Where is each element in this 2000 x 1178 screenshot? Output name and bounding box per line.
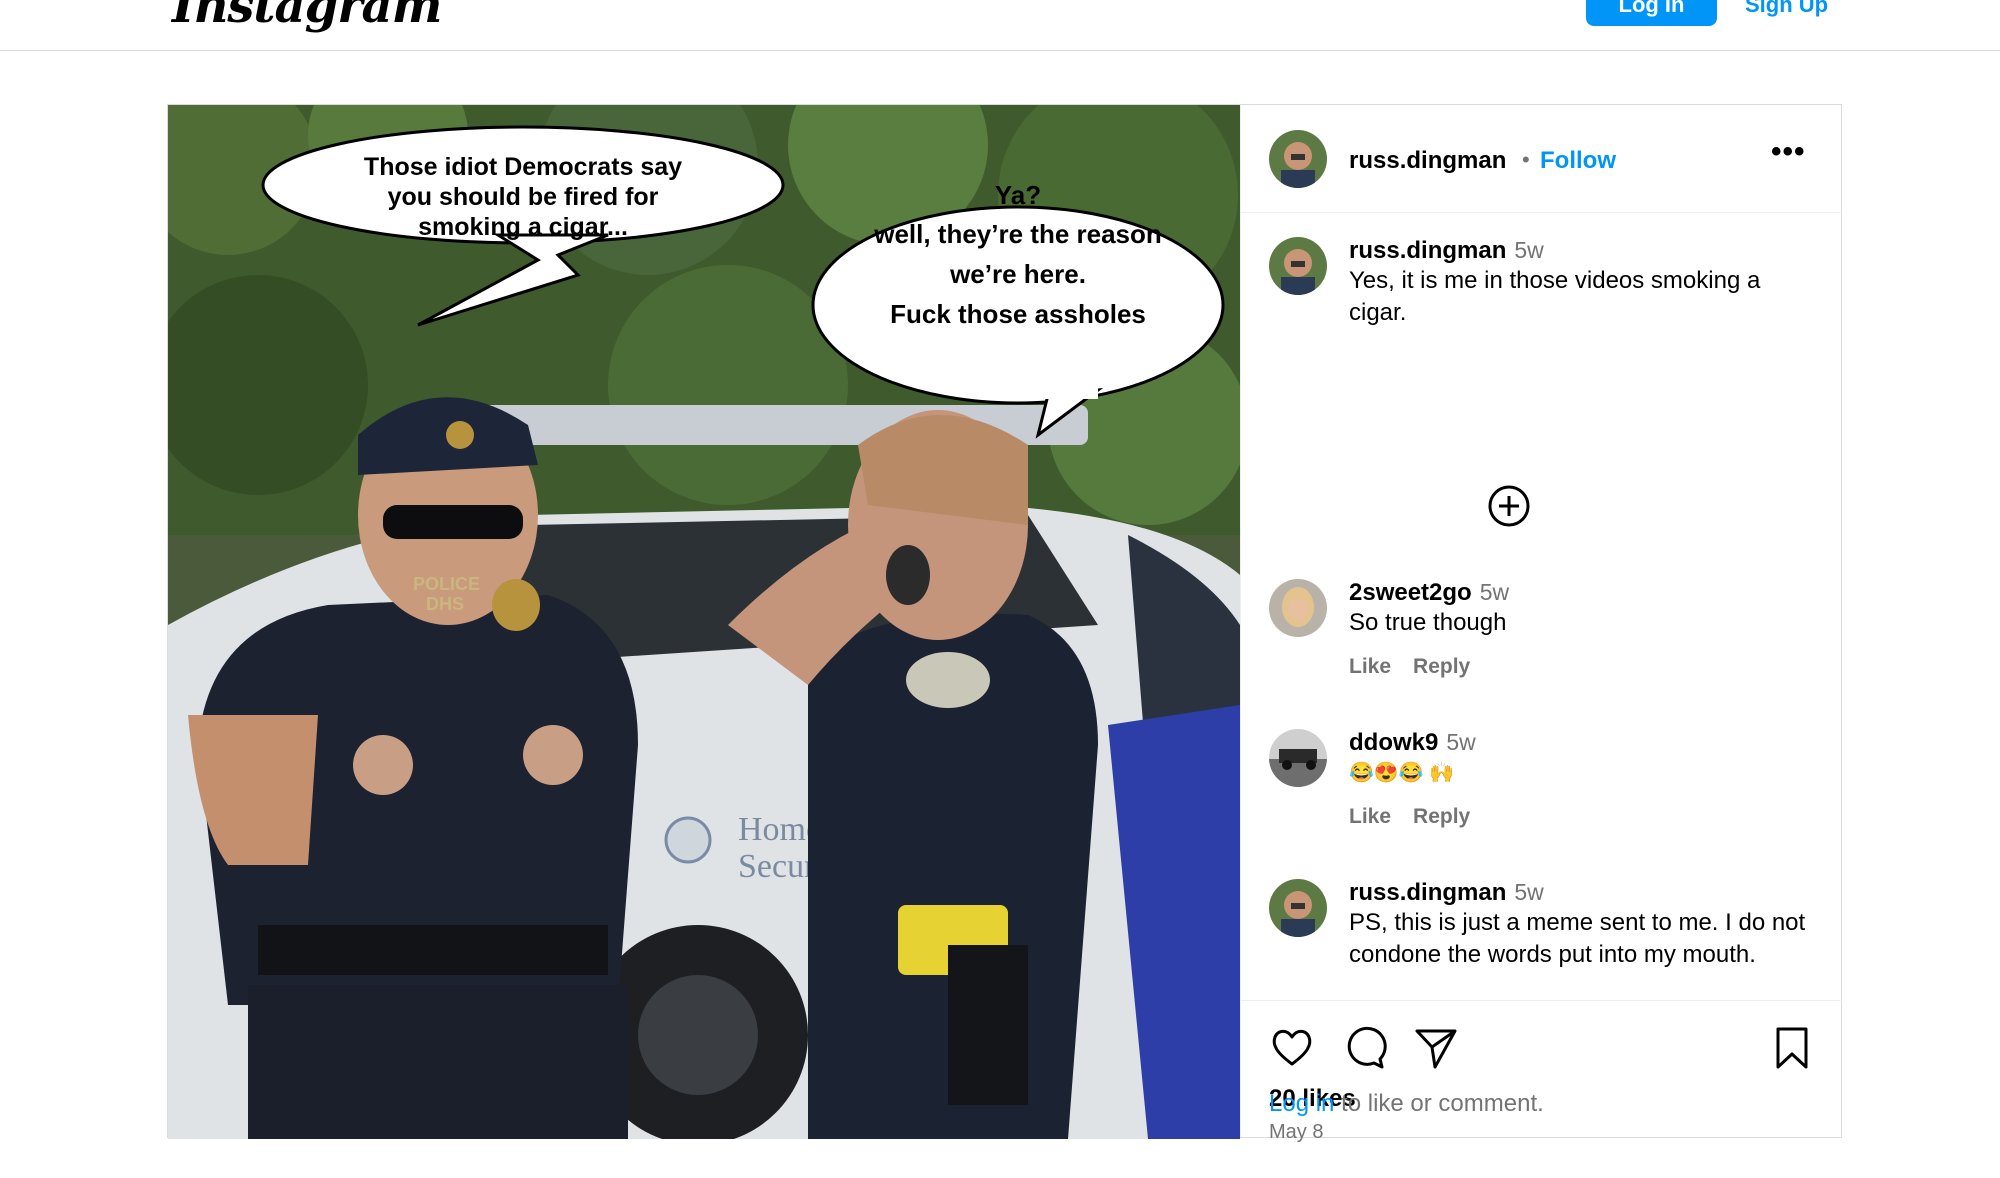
login-link[interactable]: Log in bbox=[1269, 1090, 1334, 1117]
comment-text: So true though bbox=[1349, 609, 1507, 636]
top-navigation-bar: Instagram Log In Sign Up bbox=[0, 0, 2000, 51]
login-prompt: Log in to like or comment. bbox=[1269, 1090, 1544, 1118]
comments-list[interactable]: russ.dingman 5w Yes, it is me in those vi… bbox=[1241, 214, 1842, 1000]
more-options-icon[interactable]: ••• bbox=[1771, 135, 1806, 169]
reply-button[interactable]: Reply bbox=[1413, 805, 1470, 828]
svg-text:well, they’re the reason: well, they’re the reason bbox=[873, 219, 1162, 249]
comment-time[interactable]: 5w bbox=[1446, 729, 1475, 755]
svg-text:smoking a cigar...: smoking a cigar... bbox=[418, 213, 628, 241]
heart-icon[interactable] bbox=[1269, 1025, 1315, 1071]
instagram-logo[interactable]: Instagram bbox=[172, 0, 442, 34]
right-speech-text: Ya? bbox=[995, 180, 1041, 210]
svg-text:you should be fired for: you should be fired for bbox=[388, 183, 659, 211]
comment-username[interactable]: russ.dingman bbox=[1349, 879, 1506, 906]
action-bar bbox=[1269, 1025, 1814, 1071]
signup-link[interactable]: Sign Up bbox=[1745, 0, 1828, 20]
comment-text: 😂😍😂 🙌 bbox=[1349, 762, 1455, 784]
comment-time[interactable]: 5w bbox=[1480, 579, 1509, 605]
follow-button[interactable]: Follow bbox=[1540, 147, 1616, 175]
comment-text: PS, this is just a meme sent to me. I do… bbox=[1349, 909, 1806, 968]
left-speech-text: Those idiot Democrats say bbox=[364, 153, 682, 181]
bookmark-icon[interactable] bbox=[1769, 1025, 1815, 1071]
separator-dot: • bbox=[1522, 147, 1530, 172]
share-icon[interactable] bbox=[1413, 1025, 1459, 1071]
author-username[interactable]: russ.dingman bbox=[1349, 147, 1506, 175]
avatar[interactable] bbox=[1269, 237, 1327, 295]
post-image[interactable]: Homela Securit POLICE DHS Those idiot De… bbox=[168, 105, 1240, 1139]
avatar[interactable] bbox=[1269, 729, 1327, 787]
comment-username[interactable]: ddowk9 bbox=[1349, 729, 1438, 756]
like-comment-button[interactable]: Like bbox=[1349, 655, 1391, 678]
svg-text:DHS: DHS bbox=[426, 594, 464, 614]
avatar[interactable] bbox=[1269, 579, 1327, 637]
comment-username[interactable]: 2sweet2go bbox=[1349, 579, 1472, 606]
svg-text:Fuck those assholes: Fuck those assholes bbox=[890, 299, 1146, 329]
login-prompt-text: to like or comment. bbox=[1334, 1090, 1544, 1117]
comment-time[interactable]: 5w bbox=[1514, 237, 1543, 263]
post-date[interactable]: May 8 bbox=[1269, 1121, 1323, 1144]
post-side-panel: russ.dingman • Follow ••• russ.dingman 5w… bbox=[1240, 105, 1842, 1143]
reply-button[interactable]: Reply bbox=[1413, 655, 1470, 678]
circle-plus-icon[interactable] bbox=[1487, 484, 1531, 528]
login-button[interactable]: Log In bbox=[1586, 0, 1717, 26]
author-avatar[interactable] bbox=[1269, 130, 1327, 188]
avatar[interactable] bbox=[1269, 879, 1327, 937]
svg-text:POLICE: POLICE bbox=[413, 574, 480, 594]
like-comment-button[interactable]: Like bbox=[1349, 805, 1391, 828]
comment-text: Yes, it is me in those videos smoking a … bbox=[1349, 267, 1761, 326]
comment-username[interactable]: russ.dingman bbox=[1349, 237, 1506, 264]
post-header: russ.dingman • Follow ••• bbox=[1241, 105, 1842, 213]
post-card: Homela Securit POLICE DHS Those idiot De… bbox=[167, 104, 1842, 1143]
svg-text:we’re here.: we’re here. bbox=[949, 259, 1086, 289]
comment-icon[interactable] bbox=[1341, 1025, 1387, 1071]
comment-time[interactable]: 5w bbox=[1514, 879, 1543, 905]
